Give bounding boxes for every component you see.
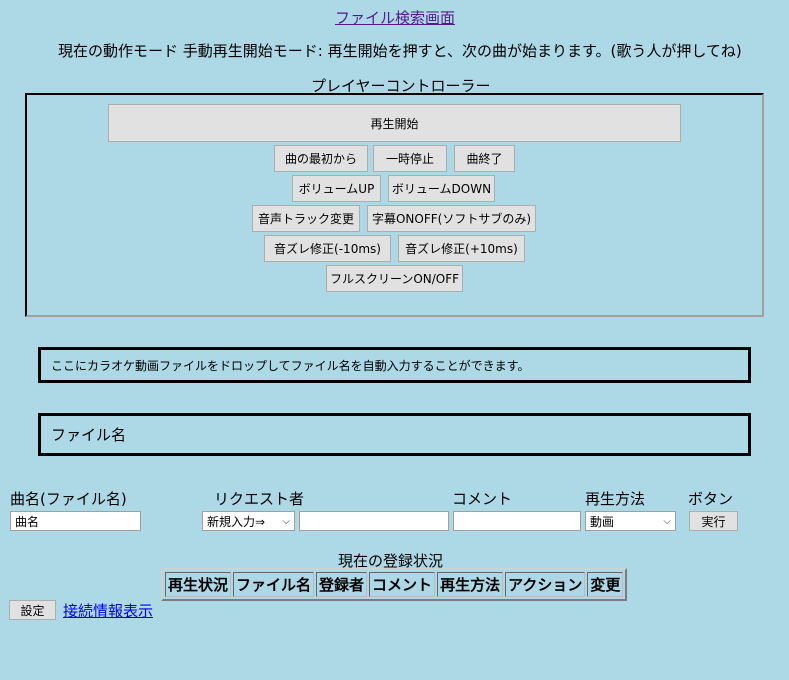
column-header: ファイル名 — [233, 572, 315, 597]
registration-table: 再生状況 ファイル名 登録者 コメント 再生方法 アクション 変更 — [161, 568, 628, 601]
end-song-button[interactable]: 曲終了 — [454, 145, 515, 172]
comment-input[interactable] — [453, 511, 581, 531]
sync-plus-button[interactable]: 音ズレ修正(+10ms) — [398, 235, 525, 262]
pause-button[interactable]: 一時停止 — [373, 145, 447, 172]
column-header: 登録者 — [316, 572, 368, 597]
file-search-link[interactable]: ファイル検索画面 — [335, 7, 455, 28]
fullscreen-button[interactable]: フルスクリーンON/OFF — [326, 265, 463, 292]
sync-minus-button[interactable]: 音ズレ修正(-10ms) — [264, 235, 391, 262]
song-header: 曲名(ファイル名) — [10, 490, 127, 508]
filename-label: ファイル名 — [51, 426, 127, 444]
settings-button[interactable]: 設定 — [9, 600, 56, 620]
column-header: アクション — [505, 572, 586, 597]
song-name-input[interactable]: 曲名 — [10, 511, 141, 531]
chevron-down-icon: ⌵ — [663, 515, 671, 527]
column-header: 変更 — [587, 572, 624, 597]
column-header: 再生方法 — [437, 572, 504, 597]
volume-up-button[interactable]: ボリュームUP — [292, 175, 381, 202]
play-method-select-value: 動画 — [590, 514, 615, 529]
drop-hint-text: ここにカラオケ動画ファイルをドロップしてファイル名を自動入力することができます。 — [51, 358, 530, 373]
requester-input[interactable] — [299, 511, 449, 531]
subtitle-toggle-button[interactable]: 字幕ONOFF(ソフトサブのみ) — [367, 205, 536, 232]
chevron-down-icon: ⌵ — [282, 515, 290, 527]
play-method-select[interactable]: 動画 ⌵ — [585, 511, 676, 531]
play-start-button[interactable]: 再生開始 — [108, 104, 681, 142]
comment-header: コメント — [452, 490, 513, 508]
audio-track-button[interactable]: 音声トラック変更 — [252, 205, 360, 232]
mode-text: 現在の動作モード 手動再生開始モード: 再生開始を押すと、次の曲が始まります。(… — [58, 42, 742, 60]
column-header: コメント — [369, 572, 436, 597]
file-drop-zone[interactable]: ここにカラオケ動画ファイルをドロップしてファイル名を自動入力することができます。 — [38, 347, 751, 383]
play-method-header: 再生方法 — [585, 490, 646, 508]
button-header: ボタン — [688, 490, 734, 508]
restart-song-button[interactable]: 曲の最初から — [274, 145, 368, 172]
connection-info-link[interactable]: 接続情報表示 — [63, 600, 153, 621]
requester-header: リクエスト者 — [214, 490, 305, 508]
requester-select-value: 新規入力⇒ — [207, 514, 266, 529]
volume-down-button[interactable]: ボリュームDOWN — [388, 175, 495, 202]
registration-header-row: 再生状況 ファイル名 登録者 コメント 再生方法 アクション 変更 — [165, 572, 624, 597]
column-header: 再生状況 — [165, 572, 232, 597]
run-button[interactable]: 実行 — [689, 511, 738, 531]
filename-display: ファイル名 — [38, 413, 751, 456]
requester-select[interactable]: 新規入力⇒ ⌵ — [202, 511, 295, 531]
